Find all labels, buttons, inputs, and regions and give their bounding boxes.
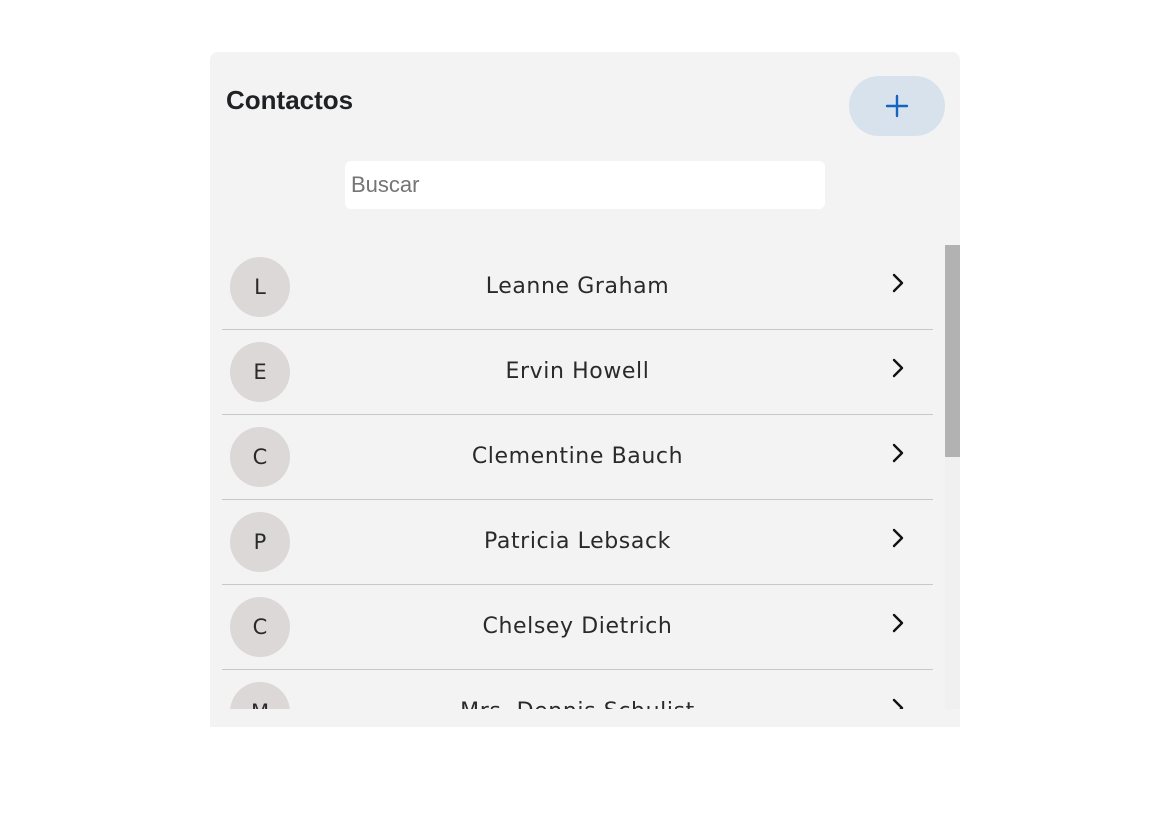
contact-name: Clementine Bauch [471, 444, 684, 469]
scrollbar-thumb[interactable] [945, 245, 960, 457]
contact-name: Chelsey Dietrich [482, 614, 673, 639]
contact-name: Mrs. Dennis Schulist [302, 670, 853, 709]
chevron-right-icon[interactable] [890, 271, 906, 295]
avatar: M [230, 682, 290, 709]
contact-row[interactable]: C Clementine Bauch [222, 415, 933, 500]
add-contact-button[interactable] [849, 76, 945, 136]
contact-row[interactable]: L Leanne Graham [222, 245, 933, 330]
chevron-right-icon[interactable] [890, 696, 906, 709]
contact-name: Leanne Graham [485, 274, 670, 299]
contact-row[interactable]: M Mrs. Dennis Schulist [222, 670, 933, 709]
contact-row[interactable]: E Ervin Howell [222, 330, 933, 415]
chevron-right-icon[interactable] [890, 356, 906, 380]
contacts-panel: Contactos L Leanne Graham E Ervin Howell… [210, 52, 960, 727]
contact-name: Patricia Lebsack [484, 529, 671, 554]
chevron-right-icon[interactable] [890, 611, 906, 635]
plus-icon [885, 94, 909, 118]
chevron-right-icon[interactable] [890, 441, 906, 465]
avatar: L [230, 257, 290, 317]
contact-row[interactable]: P Patricia Lebsack [222, 500, 933, 585]
page-title: Contactos [226, 85, 354, 115]
chevron-right-icon[interactable] [890, 526, 906, 550]
contact-row[interactable]: C Chelsey Dietrich [222, 585, 933, 670]
contact-list[interactable]: L Leanne Graham E Ervin Howell C Clement… [222, 245, 945, 709]
avatar: C [230, 597, 290, 657]
avatar: E [230, 342, 290, 402]
contact-name: Ervin Howell [505, 359, 650, 384]
scrollbar-track[interactable] [945, 245, 960, 709]
search-input[interactable] [345, 161, 825, 209]
avatar: P [230, 512, 290, 572]
avatar: C [230, 427, 290, 487]
